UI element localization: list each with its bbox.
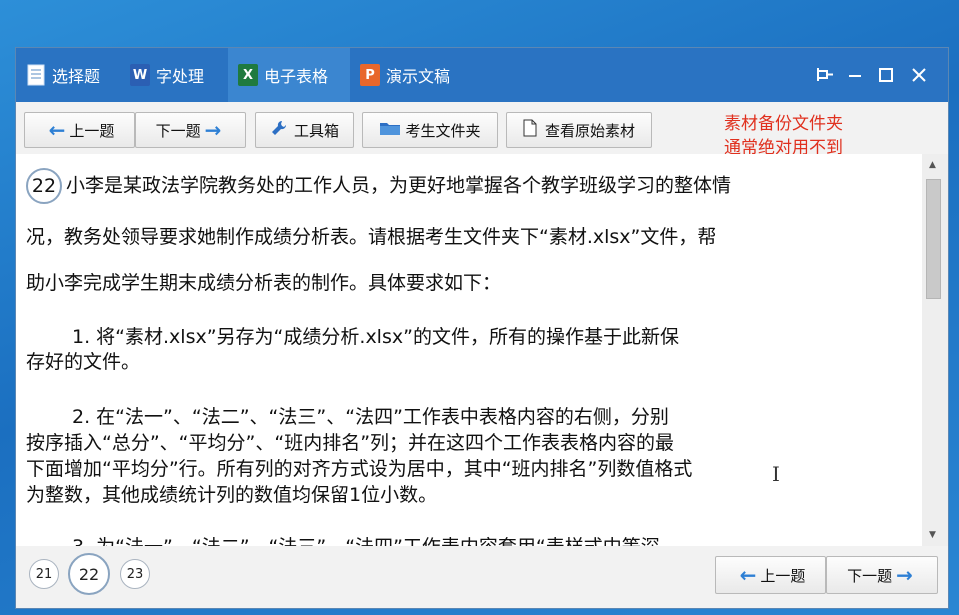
annotation-line: 素材备份文件夹 [724, 114, 843, 134]
arrow-right-icon: → [204, 118, 222, 142]
document-icon [26, 64, 46, 86]
tab-label: 选择题 [52, 67, 101, 86]
requirement-line: 1. 将“素材.xlsx”另存为“成绩分析.xlsx”的文件，所有的操作基于此新… [72, 326, 679, 348]
button-label: 查看原始素材 [544, 121, 635, 140]
tab-word[interactable]: W 字处理 [120, 48, 228, 102]
vertical-scrollbar[interactable]: ▲ ▼ [922, 154, 948, 546]
tab-excel[interactable]: X 电子表格 [228, 48, 350, 102]
minimize-icon[interactable] [840, 48, 870, 102]
excel-icon: X [238, 64, 258, 86]
button-label: 下一题 [155, 121, 201, 140]
requirement-line: 3. 为“法一”、“法二”、“法三”、“法四”工作表内容套用“表样式中等深 [72, 532, 912, 546]
tab-label: 电子表格 [264, 67, 329, 86]
question-number-badge: 22 [26, 168, 62, 204]
requirement-line: 2. 在“法一”、“法二”、“法三”、“法四”工作表中表格内容的右侧，分别 [72, 406, 669, 428]
requirement-line: 存好的文件。 [26, 351, 141, 373]
next-question-button[interactable]: 下一题 → [135, 112, 246, 148]
footer-prev-button[interactable]: ← 上一题 [715, 556, 826, 594]
text-cursor-icon: I [772, 462, 780, 486]
word-icon: W [130, 64, 150, 86]
question-intro-line: 助小李完成学生期末成绩分析表的制作。具体要求如下： [26, 272, 502, 294]
powerpoint-icon: P [360, 64, 380, 86]
question-nav-22[interactable]: 22 [68, 553, 110, 595]
button-label: 上一题 [760, 566, 806, 585]
button-label: 下一题 [847, 566, 893, 585]
button-label: 考生文件夹 [405, 121, 481, 140]
question-intro-line: 22 小李是某政法学院教务处的工作人员，为更好地掌握各个教学班级学习的整体情 [26, 168, 916, 204]
tab-powerpoint[interactable]: P 演示文稿 [350, 48, 480, 102]
annotation-note: 素材备份文件夹 通常绝对用不到 [724, 112, 843, 160]
arrow-left-icon: ← [739, 563, 757, 587]
button-label: 工具箱 [293, 121, 339, 140]
text-line: 小李是某政法学院教务处的工作人员，为更好地掌握各个教学班级学习的整体情 [66, 174, 732, 197]
toolbar: ← 上一题 下一题 → 工具箱 考生文件夹 查看原始素材 素材备份文件夹 通常绝… [16, 102, 948, 194]
arrow-left-icon: ← [48, 118, 66, 142]
view-original-material-button[interactable]: 查看原始素材 [506, 112, 652, 148]
toolbox-button[interactable]: 工具箱 [255, 112, 354, 148]
candidate-folder-button[interactable]: 考生文件夹 [362, 112, 498, 148]
maximize-icon[interactable] [871, 48, 901, 102]
tab-label: 字处理 [156, 67, 205, 86]
folder-icon [379, 119, 401, 141]
requirement-line: 按序插入“总分”、“平均分”、“班内排名”列；并在这四个工作表表格内容的最 [26, 432, 675, 454]
requirement-line: 为整数，其他成绩统计列的数值均保留1位小数。 [26, 484, 438, 506]
requirement-line: 下面增加“平均分”行。所有列的对齐方式设为居中，其中“班内排名”列数值格式 [26, 458, 693, 480]
question-content[interactable]: 22 小李是某政法学院教务处的工作人员，为更好地掌握各个教学班级学习的整体情 况，… [16, 154, 922, 546]
arrow-right-icon: → [896, 563, 913, 587]
pin-icon[interactable] [810, 48, 840, 102]
question-nav-21[interactable]: 21 [29, 559, 59, 589]
question-intro-line: 况，教务处领导要求她制作成绩分析表。请根据考生文件夹下“素材.xlsx”文件，帮 [26, 226, 717, 248]
title-bar: 选择题 W 字处理 X 电子表格 P 演示文稿 [16, 48, 948, 102]
close-icon[interactable] [904, 48, 934, 102]
exam-window: 选择题 W 字处理 X 电子表格 P 演示文稿 ← 上一题 下一题 → 工具箱 … [15, 47, 949, 609]
tab-label: 演示文稿 [386, 67, 451, 86]
button-label: 上一题 [69, 121, 115, 140]
footer-next-button[interactable]: 下一题 → [826, 556, 938, 594]
file-icon [523, 119, 537, 141]
tab-choice[interactable]: 选择题 [16, 48, 120, 102]
scroll-thumb[interactable] [926, 179, 941, 299]
scroll-down-icon[interactable]: ▼ [929, 530, 936, 540]
wrench-icon [270, 119, 288, 141]
scroll-up-icon[interactable]: ▲ [929, 160, 936, 170]
prev-question-button[interactable]: ← 上一题 [24, 112, 135, 148]
question-nav-23[interactable]: 23 [120, 559, 150, 589]
footer-bar: 21 22 23 ← 上一题 下一题 → [16, 546, 948, 608]
